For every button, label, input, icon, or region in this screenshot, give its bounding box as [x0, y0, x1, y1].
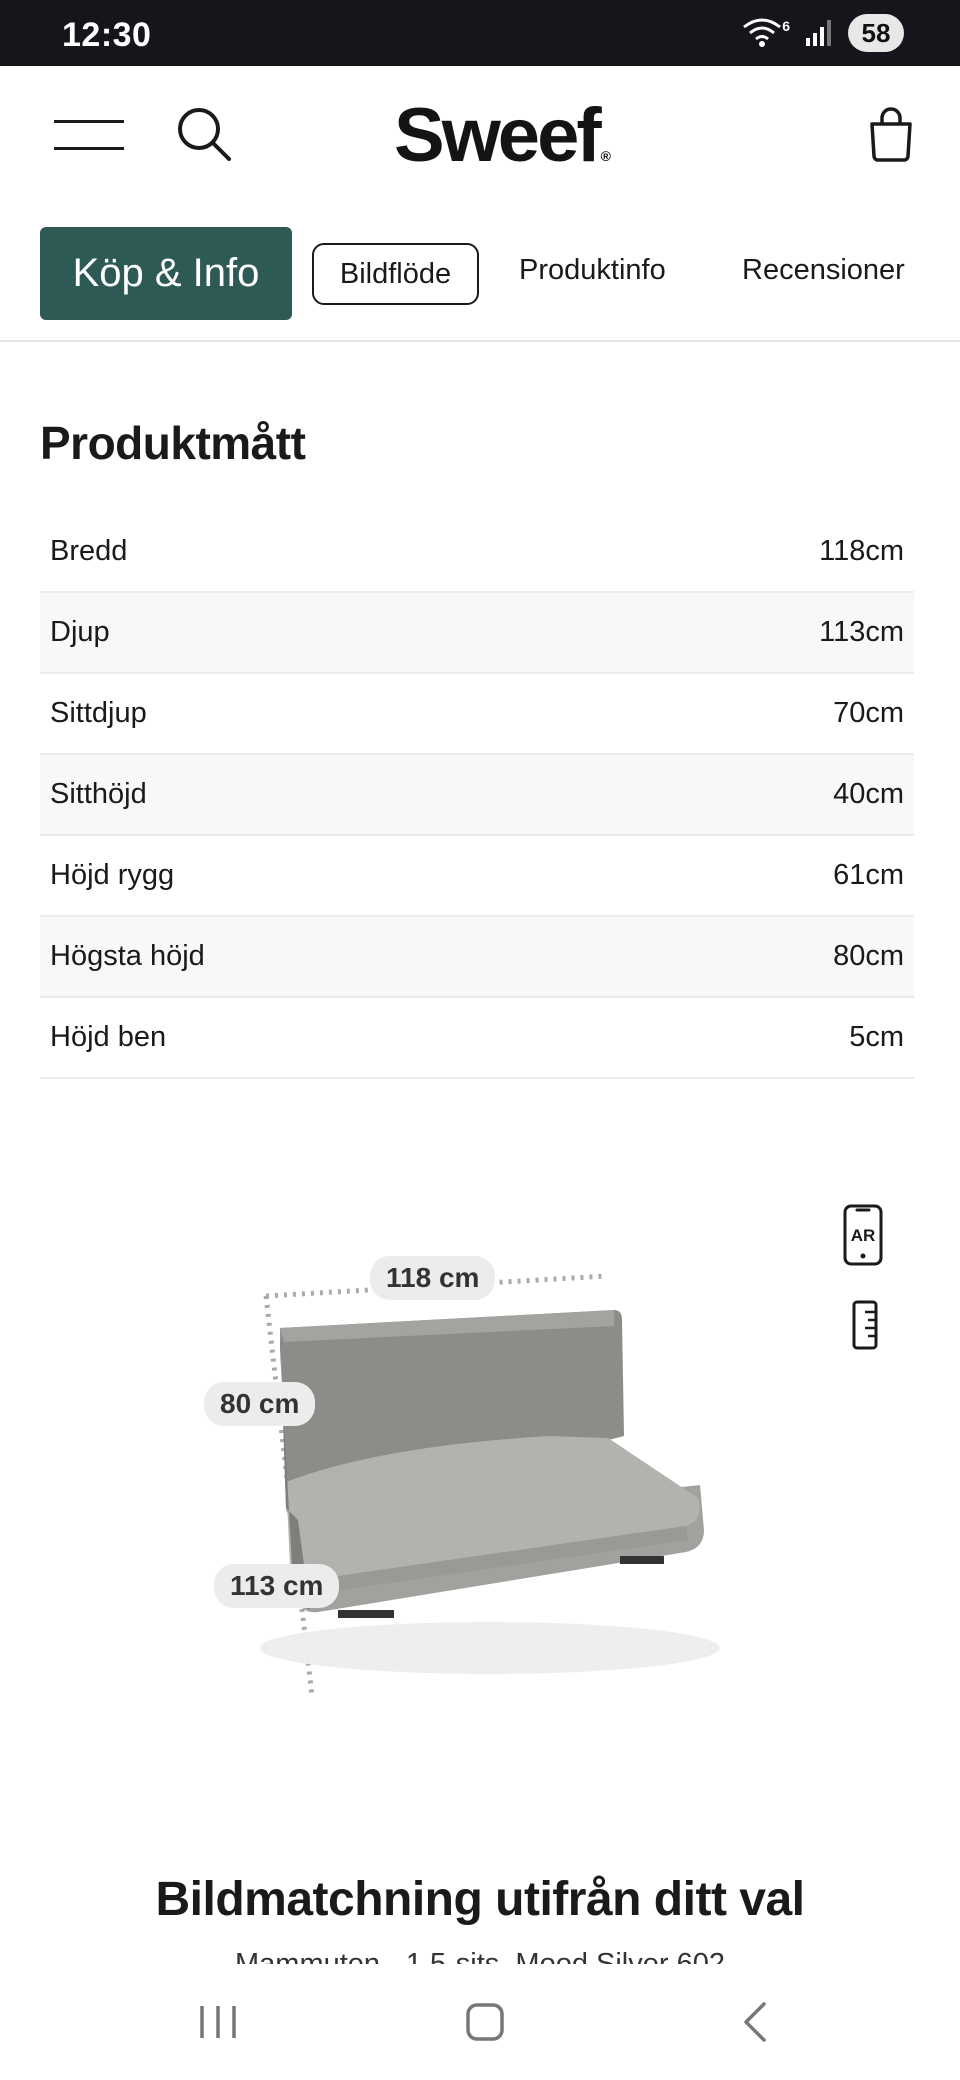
dimension-label: Höjd ben	[50, 1021, 167, 1053]
tab-product-info[interactable]: Produktinfo	[519, 254, 666, 287]
brand-name: Sweef	[394, 93, 602, 178]
battery-indicator: 58	[848, 14, 904, 52]
section-tabs: Köp & Info Bildflöde Produktinfo Recensi…	[0, 208, 960, 342]
dimension-label: Djup	[50, 616, 110, 648]
ar-view-icon[interactable]: AR	[843, 1204, 883, 1266]
dimensions-table: Bredd 118cm Djup 113cm Sittdjup 70cm Sit…	[40, 512, 914, 1079]
depth-dimension-label: 113 cm	[214, 1564, 340, 1608]
registered-mark: ®	[600, 148, 611, 164]
system-nav-bar	[0, 1964, 960, 2080]
signal-icon	[806, 20, 831, 46]
network-type-label: 6	[782, 18, 790, 34]
dimension-label: Sittdjup	[50, 697, 147, 729]
dimension-label: Bredd	[50, 535, 128, 567]
tab-buy-info[interactable]: Köp & Info	[40, 227, 292, 320]
brand-logo[interactable]: Sweef ®	[394, 92, 611, 179]
ar-label: AR	[851, 1226, 876, 1245]
hamburger-menu-icon[interactable]	[54, 118, 124, 152]
dimension-value: 70cm	[833, 697, 904, 729]
tab-reviews[interactable]: Recensioner	[742, 254, 905, 287]
status-icons: 6 58	[742, 14, 904, 52]
image-match-subtitle: Mammuten - 1,5-sits, Mood Silver 602	[235, 1948, 725, 1964]
dimension-value: 80cm	[833, 940, 904, 972]
table-row: Höjd ben 5cm	[40, 998, 914, 1079]
table-row: Sittdjup 70cm	[40, 674, 914, 755]
dimension-value: 61cm	[833, 859, 904, 891]
table-row: Djup 113cm	[40, 593, 914, 674]
dimension-label: Sitthöjd	[50, 778, 147, 810]
back-icon[interactable]	[740, 2000, 770, 2044]
tab-image-feed[interactable]: Bildflöde	[312, 243, 479, 305]
dimension-value: 113cm	[819, 616, 904, 648]
height-dimension-label: 80 cm	[204, 1382, 316, 1426]
home-icon[interactable]	[465, 2000, 505, 2044]
table-row: Högsta höjd 80cm	[40, 917, 914, 998]
table-row: Sitthöjd 40cm	[40, 755, 914, 836]
table-row: Bredd 118cm	[40, 512, 914, 593]
ruler-icon[interactable]	[852, 1300, 878, 1350]
sofa-illustration	[260, 1273, 720, 1697]
image-match-title: Bildmatchning utifrån ditt val	[155, 1873, 805, 1926]
status-time: 12:30	[62, 16, 152, 54]
search-icon[interactable]	[176, 106, 232, 162]
site-header: Sweef ®	[0, 66, 960, 208]
dimension-label: Höjd rygg	[50, 859, 175, 891]
dimension-value: 40cm	[833, 778, 904, 810]
status-bar: 12:30 6 58	[0, 0, 960, 66]
dimension-label: Högsta höjd	[50, 940, 205, 972]
dimension-value: 118cm	[819, 535, 904, 567]
dimensions-title: Produktmått	[40, 417, 306, 469]
table-row: Höjd rygg 61cm	[40, 836, 914, 917]
recent-apps-icon[interactable]	[196, 2000, 240, 2044]
product-dimension-image[interactable]: 118 cm 80 cm 113 cm	[190, 1230, 750, 1710]
shopping-bag-icon[interactable]	[868, 106, 914, 162]
wifi-icon	[743, 18, 782, 47]
dimension-value: 5cm	[849, 1021, 904, 1053]
width-dimension-label: 118 cm	[370, 1256, 496, 1300]
